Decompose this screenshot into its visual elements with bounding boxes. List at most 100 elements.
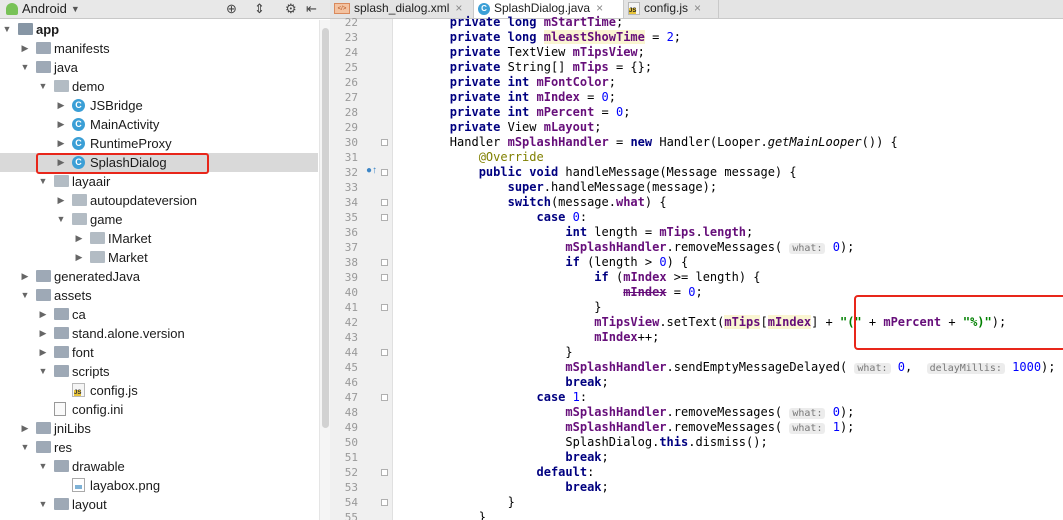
collapse-arrow-icon[interactable]: ▶ [20,419,30,438]
tree-item[interactable]: ▼ layout [0,495,318,514]
expand-arrow-icon[interactable]: ▼ [56,210,66,229]
code-line[interactable]: private TextView mTipsView; [392,45,645,60]
collapse-arrow-icon[interactable]: ▶ [38,305,48,324]
code-line[interactable]: case 0: [392,210,588,225]
tree-item[interactable]: ▼ drawable [0,457,318,476]
fold-marker-icon[interactable] [381,139,388,146]
code-line[interactable]: super.handleMessage(message); [392,180,718,195]
code-line[interactable]: break; [392,375,608,390]
tab-config-js[interactable]: JS config.js × [624,0,719,18]
code-line[interactable]: default: [392,465,595,480]
fold-marker-icon[interactable] [381,169,388,176]
collapse-arrow-icon[interactable]: ▶ [38,343,48,362]
project-scrollbar[interactable] [319,20,330,520]
code-line[interactable]: int length = mTips.length; [392,225,753,240]
expand-arrow-icon[interactable]: ▼ [20,438,30,457]
expand-arrow-icon[interactable]: ▼ [38,77,48,96]
code-line[interactable]: mSplashHandler.removeMessages( what: 0); [392,240,854,255]
collapse-arrow-icon[interactable]: ▶ [56,96,66,115]
fold-marker-icon[interactable] [381,304,388,311]
code-line[interactable]: switch(message.what) { [392,195,667,210]
tree-item[interactable]: config.ini [0,400,318,419]
code-line[interactable]: } [392,495,515,510]
collapse-arrow-icon[interactable]: ▶ [20,267,30,286]
code-line[interactable]: private View mLayout; [392,120,602,135]
tree-item[interactable]: ▼ layaair [0,172,318,191]
tree-item[interactable]: ▶ generatedJava [0,267,318,286]
fold-marker-icon[interactable] [381,349,388,356]
collapse-arrow-icon[interactable]: ▶ [74,229,84,248]
tree-item[interactable]: ▶ ca [0,305,318,324]
scrollbar-thumb[interactable] [322,28,329,428]
expand-arrow-icon[interactable]: ▼ [38,362,48,381]
expand-arrow-icon[interactable]: ▼ [38,172,48,191]
fold-marker-icon[interactable] [381,259,388,266]
code-line[interactable]: mIndex++; [392,330,659,345]
tree-item[interactable]: ▶ C JSBridge [0,96,318,115]
code-line[interactable]: SplashDialog.this.dismiss(); [392,435,767,450]
collapse-arrow-icon[interactable]: ▶ [20,39,30,58]
tree-item[interactable]: ▼ game [0,210,318,229]
tree-item[interactable]: layabox.png [0,476,318,495]
fold-marker-icon[interactable] [381,274,388,281]
hide-panel-icon[interactable]: ⇤ [306,1,317,17]
code-line[interactable]: private int mFontColor; [392,75,616,90]
code-line[interactable]: } [392,300,601,315]
fold-marker-icon[interactable] [381,394,388,401]
code-area[interactable]: private long mStartTime; private long ml… [392,15,1063,520]
target-icon[interactable]: ⊕ [226,1,237,17]
code-line[interactable]: } [392,345,572,360]
tree-item[interactable]: ▶ C RuntimeProxy [0,134,318,153]
collapse-arrow-icon[interactable]: ▶ [56,153,66,172]
tree-item[interactable]: ▶ IMarket [0,229,318,248]
collapse-icon[interactable]: ⇕ [254,1,265,17]
collapse-arrow-icon[interactable]: ▶ [74,248,84,267]
tree-item[interactable]: ▶ Market [0,248,318,267]
collapse-arrow-icon[interactable]: ▶ [56,191,66,210]
tree-item[interactable]: ▼ scripts [0,362,318,381]
code-line[interactable]: mSplashHandler.removeMessages( what: 1); [392,420,854,435]
tree-item[interactable]: JS config.js [0,381,318,400]
tree-item[interactable]: ▶ autoupdateversion [0,191,318,210]
tree-item[interactable]: ▼ demo [0,77,318,96]
expand-arrow-icon[interactable]: ▼ [20,286,30,305]
tree-item[interactable]: ▶ font [0,343,318,362]
code-line[interactable]: public void handleMessage(Message messag… [392,165,797,180]
fold-marker-icon[interactable] [381,214,388,221]
tree-item[interactable]: ▼ res [0,438,318,457]
override-marker-icon[interactable]: ●↑ [366,165,377,176]
collapse-arrow-icon[interactable]: ▶ [56,134,66,153]
tree-item[interactable]: ▶ C SplashDialog [0,153,318,172]
line-number-gutter[interactable]: 22 23 24 25 26 27 28 29 30 31 32 ●↑ 33 34 35 36 37 38 39 40… [330,16,393,520]
expand-arrow-icon[interactable]: ▼ [38,457,48,476]
code-line[interactable]: private int mPercent = 0; [392,105,631,120]
code-line[interactable]: mSplashHandler.removeMessages( what: 0); [392,405,854,420]
tree-item[interactable]: ▼ app [0,20,318,39]
code-line[interactable]: private int mIndex = 0; [392,90,616,105]
code-line[interactable]: if (mIndex >= length) { [392,270,760,285]
gear-icon[interactable]: ⚙ [285,1,297,17]
code-line[interactable]: private String[] mTips = {}; [392,60,652,75]
fold-marker-icon[interactable] [381,469,388,476]
fold-marker-icon[interactable] [381,499,388,506]
tree-item[interactable]: ▼ assets [0,286,318,305]
tree-item[interactable]: ▶ stand.alone.version [0,324,318,343]
view-selector[interactable]: Android ▼ [6,1,80,16]
tree-item[interactable]: ▼ java [0,58,318,77]
expand-arrow-icon[interactable]: ▼ [2,20,12,39]
code-line[interactable]: break; [392,450,608,465]
code-line[interactable]: mTipsView.setText(mTips[mIndex] + "(" + … [392,315,1006,330]
expand-arrow-icon[interactable]: ▼ [38,495,48,514]
code-line[interactable]: private long mStartTime; [392,15,623,30]
tree-item[interactable]: ▶ jniLibs [0,419,318,438]
code-line[interactable]: mSplashHandler.sendEmptyMessageDelayed( … [392,360,1056,375]
code-line[interactable]: if (length > 0) { [392,255,688,270]
expand-arrow-icon[interactable]: ▼ [20,58,30,77]
code-line[interactable]: break; [392,480,608,495]
tree-item[interactable]: ▶ manifests [0,39,318,58]
code-line[interactable]: @Override [392,150,544,165]
collapse-arrow-icon[interactable]: ▶ [38,324,48,343]
collapse-arrow-icon[interactable]: ▶ [56,115,66,134]
tree-item[interactable]: ▶ C MainActivity [0,115,318,134]
code-line[interactable]: case 1: [392,390,588,405]
